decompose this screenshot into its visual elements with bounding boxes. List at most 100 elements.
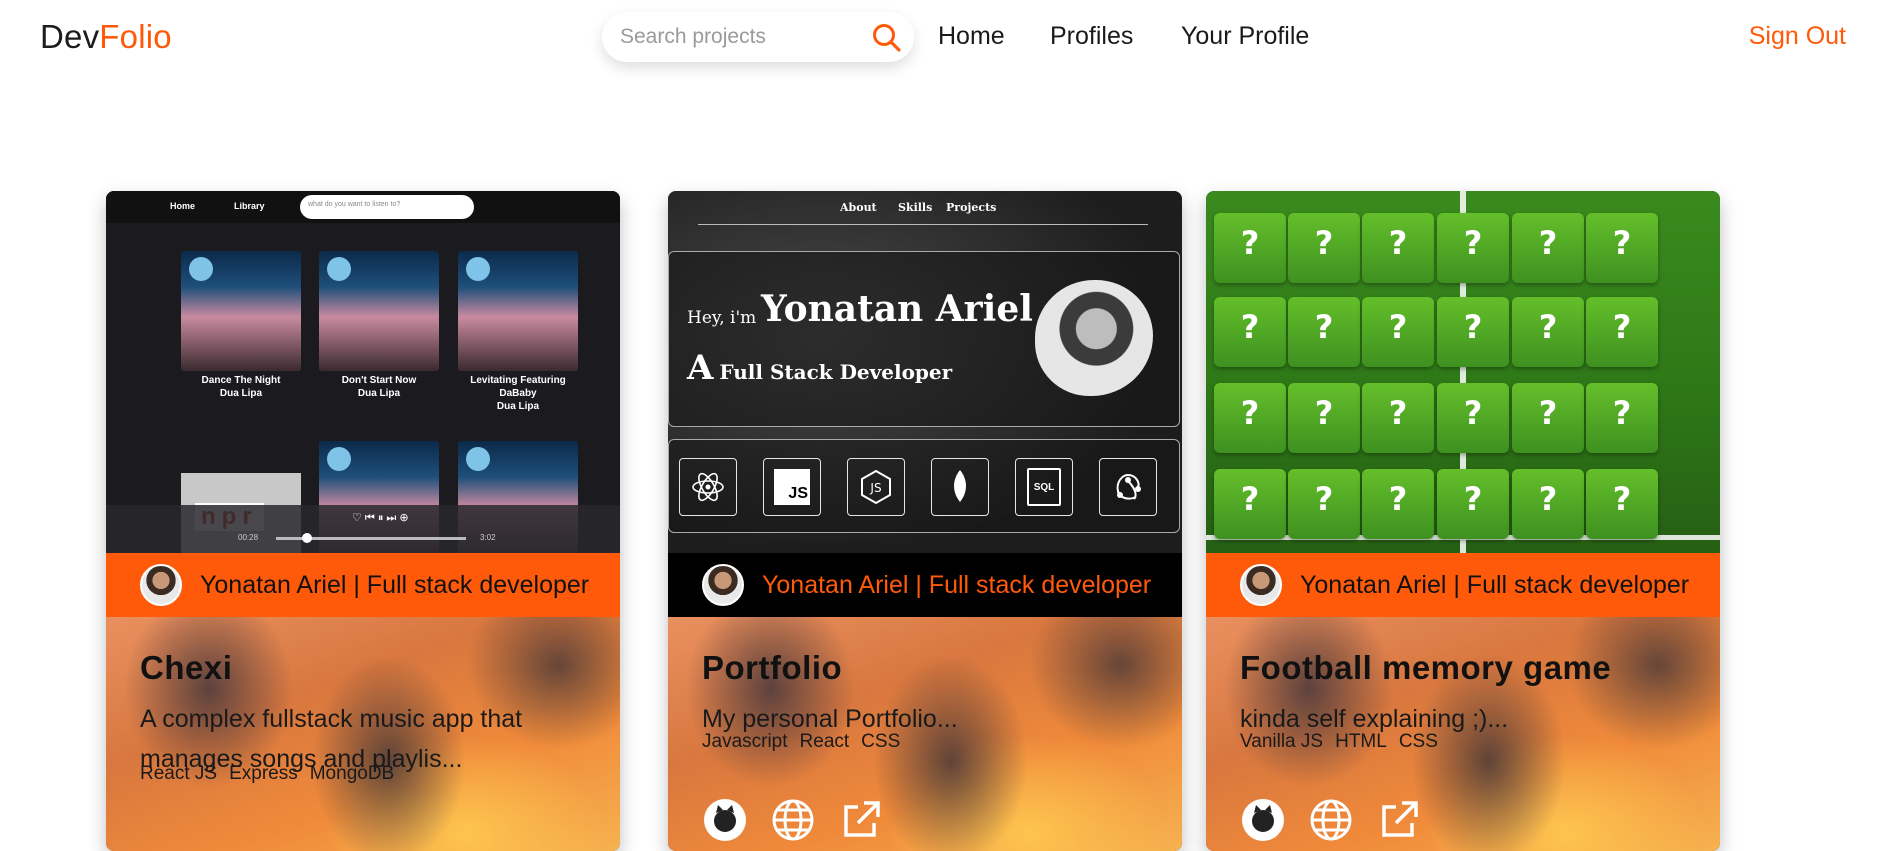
album-cover	[458, 251, 578, 371]
react-icon	[679, 458, 737, 516]
svg-text:JS: JS	[869, 481, 881, 495]
card-body: Chexi A complex fullstack music app that…	[106, 617, 620, 851]
logo[interactable]: DevFolio	[40, 18, 172, 56]
logo-dev: Dev	[40, 18, 100, 55]
music-player-bar: 00:28 3:02 ♡ ⏮ ⏸ ⏭ ⊕	[106, 505, 620, 553]
tag: React	[799, 731, 850, 752]
github-icon[interactable]	[1240, 797, 1286, 843]
time-end: 3:02	[480, 533, 496, 542]
song-caption: Levitating Featuring DaBaby Dua Lipa	[453, 374, 583, 413]
progress-knob	[302, 533, 312, 543]
project-title: Chexi	[140, 649, 233, 686]
avatar	[140, 564, 182, 606]
github-icon[interactable]	[702, 797, 748, 843]
website-icon[interactable]	[1308, 797, 1354, 843]
sign-out-link[interactable]: Sign Out	[1749, 22, 1846, 51]
nav-your-profile-link[interactable]: Your Profile	[1181, 22, 1309, 51]
screenshot-search: what do you want to listen to?	[300, 195, 474, 219]
memory-card-tile: ?	[1214, 383, 1286, 453]
avatar	[702, 564, 744, 606]
song-caption: Dance The Night Dua Lipa	[176, 374, 306, 400]
external-link-icon[interactable]	[838, 797, 884, 843]
project-screenshot[interactable]: About Skills Projects Hey, i'm Yonatan A…	[668, 191, 1182, 553]
mongodb-icon	[931, 458, 989, 516]
tag: Vanilla JS	[1240, 731, 1324, 752]
tag: Express	[229, 763, 298, 784]
nav-home-link[interactable]: Home	[938, 22, 1005, 51]
card-body: Football memory game kinda self explaini…	[1206, 617, 1720, 851]
memory-card-tile: ?	[1512, 213, 1584, 283]
memory-card-tile: ?	[1288, 297, 1360, 367]
website-icon[interactable]	[770, 797, 816, 843]
hero-name: Yonatan Ariel	[761, 288, 1033, 330]
external-link-icon[interactable]	[1376, 797, 1422, 843]
tag: React JS	[140, 763, 218, 784]
project-card[interactable]: Home Library what do you want to listen …	[106, 191, 620, 851]
memory-card-tile: ?	[1437, 297, 1509, 367]
screenshot-nav-item: About	[840, 201, 877, 214]
project-title: Portfolio	[702, 649, 843, 686]
memory-card-tile: ?	[1362, 383, 1434, 453]
album-cover	[181, 251, 301, 371]
search-box	[602, 12, 914, 62]
tag: CSS	[861, 731, 901, 752]
memory-card-tile: ?	[1586, 383, 1658, 453]
memory-card-tile: ?	[1437, 213, 1509, 283]
js-badge: JS	[774, 469, 810, 505]
project-screenshot[interactable]: ????????????????????????	[1206, 191, 1720, 553]
logo-folio: Folio	[99, 18, 172, 55]
song-artist: Dua Lipa	[496, 401, 540, 412]
time-start: 00:28	[238, 533, 259, 542]
screenshot-nav-item: Projects	[946, 201, 997, 214]
author-bar[interactable]: Yonatan Ariel | Full stack developer	[1206, 553, 1720, 617]
skills-row: JS JS SQL	[668, 439, 1180, 533]
project-card[interactable]: About Skills Projects Hey, i'm Yonatan A…	[668, 191, 1182, 851]
hero-role-prefix: A	[687, 348, 714, 388]
javascript-icon: JS	[763, 458, 821, 516]
tag: MongoDB	[309, 763, 395, 784]
memory-card-tile: ?	[1586, 469, 1658, 539]
project-screenshot[interactable]: Home Library what do you want to listen …	[106, 191, 620, 553]
sql-badge: SQL	[1027, 468, 1061, 506]
project-links	[1240, 797, 1422, 843]
screenshot-nav-home: Home	[170, 201, 196, 211]
author-bar[interactable]: Yonatan Ariel | Full stack developer	[668, 553, 1182, 617]
memory-card-tile: ?	[1437, 383, 1509, 453]
memory-card-tile: ?	[1214, 213, 1286, 283]
project-tags: Javascript React CSS	[702, 731, 900, 753]
project-title: Football memory game	[1240, 649, 1612, 686]
memory-card-tile: ?	[1437, 469, 1509, 539]
project-card[interactable]: ???????????????????????? Yonatan Ariel |…	[1206, 191, 1720, 851]
hero-greeting: Hey, i'm	[687, 308, 757, 328]
memory-card-tile: ?	[1512, 297, 1584, 367]
tag: HTML	[1335, 731, 1387, 752]
tag: CSS	[1398, 731, 1438, 752]
song-caption: Don't Start Now Dua Lipa	[314, 374, 444, 400]
memory-card-tile: ?	[1362, 213, 1434, 283]
screenshot-nav: About Skills Projects	[698, 191, 1148, 225]
nav-profiles-link[interactable]: Profiles	[1050, 22, 1133, 51]
song-artist: Dua Lipa	[219, 388, 263, 399]
memory-card-tile: ?	[1586, 213, 1658, 283]
memory-card-tile: ?	[1288, 469, 1360, 539]
author-bar[interactable]: Yonatan Ariel | Full stack developer	[106, 553, 620, 617]
play-controls-icon: ♡ ⏮ ⏸ ⏭ ⊕	[352, 512, 409, 524]
redux-icon	[1099, 458, 1157, 516]
nodejs-icon: JS	[847, 458, 905, 516]
memory-card-tile: ?	[1362, 297, 1434, 367]
screenshot-nav-item: Skills	[898, 201, 933, 214]
screenshot-hero: Hey, i'm Yonatan Ariel A Full Stack Devel…	[668, 251, 1180, 427]
memory-card-tile: ?	[1214, 297, 1286, 367]
memory-card-tile: ?	[1288, 383, 1360, 453]
memory-card-tile: ?	[1214, 469, 1286, 539]
search-input[interactable]	[620, 12, 860, 62]
author-name: Yonatan Ariel | Full stack developer	[200, 570, 590, 599]
hero-role: A Full Stack Developer	[687, 348, 952, 388]
screenshot-topbar: Home Library what do you want to listen …	[106, 191, 620, 223]
avatar	[1240, 564, 1282, 606]
author-name: Yonatan Ariel | Full stack developer	[762, 570, 1152, 599]
search-icon[interactable]	[870, 21, 904, 55]
screenshot-search-placeholder: what do you want to listen to?	[308, 201, 401, 208]
memory-card-tile: ?	[1288, 213, 1360, 283]
project-tags: Vanilla JS HTML CSS	[1240, 731, 1438, 753]
